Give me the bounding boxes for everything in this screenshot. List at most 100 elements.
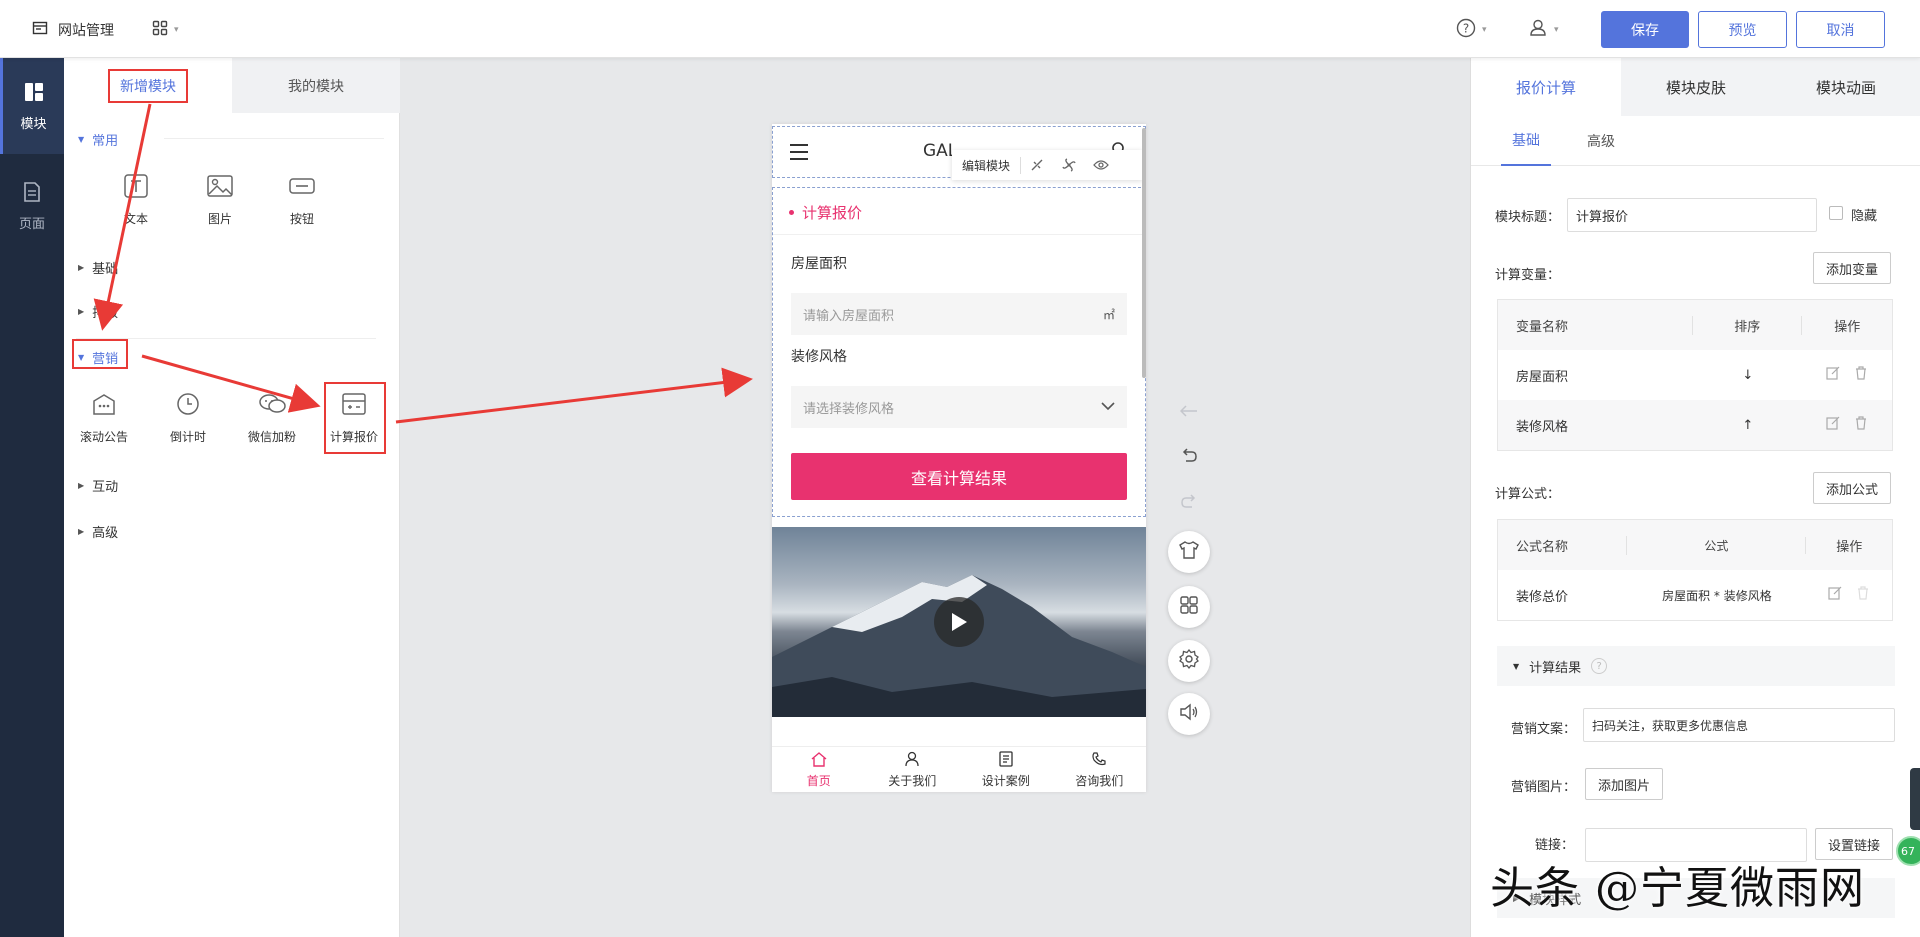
tab-about[interactable]: 关于我们 <box>866 747 960 792</box>
undo-icon[interactable] <box>1168 444 1210 466</box>
edit-icon[interactable] <box>1828 586 1842 604</box>
tool-image[interactable]: 图片 <box>188 172 252 227</box>
caret-down-icon: ▾ <box>1482 25 1487 35</box>
section-basic[interactable]: ▶ 基础 <box>78 258 118 277</box>
section-interactive[interactable]: ▶ 互动 <box>78 476 118 495</box>
music-button[interactable] <box>1168 693 1210 735</box>
edit-module-button[interactable]: 编辑模块 <box>952 156 1022 174</box>
edit-icon[interactable] <box>1826 366 1840 384</box>
top-bar: 网站管理 ▾ ? ▾ ▾ 保存 预览 取消 <box>0 0 1920 58</box>
tool-label: 文本 <box>123 212 148 226</box>
section-common[interactable]: ▼ 常用 <box>78 130 118 149</box>
caret-right-icon: ▶ <box>78 307 85 316</box>
unlink-icon[interactable] <box>1021 158 1053 172</box>
hide-checkbox[interactable] <box>1829 206 1843 220</box>
trash-icon[interactable] <box>1856 586 1870 604</box>
layout-button[interactable] <box>1168 586 1210 628</box>
tab-cases[interactable]: 设计案例 <box>959 747 1053 792</box>
tshirt-icon <box>1178 540 1200 564</box>
tool-countdown[interactable]: 倒计时 <box>156 390 220 445</box>
help-icon[interactable]: ? <box>1591 658 1608 674</box>
table-row: 房屋面积 ↓ <box>1498 350 1892 400</box>
section-label: 计算结果 <box>1529 660 1582 676</box>
trash-icon[interactable] <box>1854 416 1868 434</box>
tab-my-modules[interactable]: 我的模块 <box>232 58 400 113</box>
view-result-button[interactable]: 查看计算结果 <box>791 453 1127 500</box>
subtab-basic[interactable]: 基础 <box>1501 116 1551 166</box>
result-section-toggle[interactable]: ▼ 计算结果 ? <box>1497 646 1895 686</box>
column-header: 公式名称 <box>1498 535 1628 555</box>
subtab-advanced[interactable]: 高级 <box>1587 116 1615 166</box>
caret-right-icon: ▶ <box>78 263 85 272</box>
redo-icon[interactable] <box>1168 490 1210 512</box>
column-header: 排序 <box>1693 315 1803 335</box>
help-menu[interactable]: ? ▾ <box>1456 18 1487 42</box>
tool-wechat-follow[interactable]: 微信加粉 <box>240 390 304 445</box>
add-formula-button[interactable]: 添加公式 <box>1813 472 1892 504</box>
preview-button[interactable]: 预览 <box>1698 11 1787 48</box>
style-select[interactable]: 请选择装修风格 <box>791 386 1127 428</box>
input-placeholder: 请输入房屋面积 <box>803 308 895 324</box>
tab-contact[interactable]: 咨询我们 <box>1053 747 1147 792</box>
floating-sidebar-handle[interactable] <box>1910 768 1920 830</box>
tab-quote-calc[interactable]: 报价计算 <box>1471 58 1621 116</box>
sort-down-button[interactable]: ↓ <box>1693 368 1802 383</box>
back-icon[interactable] <box>1168 400 1210 422</box>
eye-icon[interactable] <box>1085 159 1117 171</box>
section-layout[interactable]: ▶ 排版 <box>78 302 118 321</box>
quote-calculator-module[interactable]: 计算报价 房屋面积 请输入房屋面积 ㎡ 装修风格 请选择装修风格 查看计算结果 <box>772 187 1146 517</box>
field-label-style: 装修风格 <box>791 349 847 365</box>
divider <box>164 138 384 139</box>
edit-icon[interactable] <box>1826 416 1840 434</box>
module-title-label: 模块标题： <box>1495 210 1561 225</box>
apps-menu[interactable]: ▾ <box>152 20 179 40</box>
tool-label: 倒计时 <box>169 430 206 444</box>
save-button[interactable]: 保存 <box>1601 11 1689 48</box>
notice-icon <box>89 390 119 418</box>
add-image-button[interactable]: 添加图片 <box>1585 768 1664 800</box>
hide-label: 隐藏 <box>1851 209 1878 224</box>
user-menu[interactable]: ▾ <box>1528 18 1559 42</box>
tab-module-skin[interactable]: 模块皮肤 <box>1621 58 1771 116</box>
bottom-tabbar: 首页 关于我们 设计案例 咨询我们 <box>772 746 1146 792</box>
cancel-button[interactable]: 取消 <box>1796 11 1885 48</box>
trash-icon[interactable] <box>1854 366 1868 384</box>
tool-label: 微信加粉 <box>247 430 296 444</box>
tool-label: 图片 <box>207 212 232 226</box>
button-icon <box>287 172 317 200</box>
field-label-area: 房屋面积 <box>791 256 847 272</box>
module-title-input[interactable]: 计算报价 <box>1567 198 1817 232</box>
tool-scrolling-notice[interactable]: 滚动公告 <box>72 390 136 445</box>
wechat-icon <box>257 390 287 418</box>
site-icon <box>32 20 48 40</box>
tab-home[interactable]: 首页 <box>772 747 866 792</box>
add-variable-button[interactable]: 添加变量 <box>1813 252 1892 284</box>
fan-icon[interactable] <box>1053 158 1085 172</box>
chevron-down-icon <box>1101 400 1115 415</box>
link-label: 链接： <box>1535 838 1575 853</box>
site-management[interactable]: 网站管理 <box>32 20 114 40</box>
play-icon[interactable] <box>934 597 984 647</box>
tab-module-animation[interactable]: 模块动画 <box>1771 58 1920 116</box>
text-icon <box>121 172 151 200</box>
area-input[interactable]: 请输入房屋面积 ㎡ <box>791 293 1127 335</box>
preview-scrollbar[interactable] <box>1142 128 1146 378</box>
person-icon <box>904 751 920 770</box>
column-header: 操作 <box>1834 319 1861 335</box>
tool-button[interactable]: 按钮 <box>270 172 334 227</box>
sort-up-button[interactable]: ↑ <box>1693 418 1802 433</box>
tab-label: 咨询我们 <box>1075 773 1124 788</box>
skin-button[interactable] <box>1168 531 1210 573</box>
module-icon <box>23 81 45 107</box>
bullet-dot <box>789 210 794 215</box>
tab-label: 设计案例 <box>981 773 1030 788</box>
rail-item-page[interactable]: 页面 <box>0 158 64 254</box>
video-module[interactable] <box>772 527 1146 717</box>
rail-item-module[interactable]: 模块 <box>0 58 64 154</box>
section-advanced[interactable]: ▶ 高级 <box>78 522 118 541</box>
tool-text[interactable]: 文本 <box>104 172 168 227</box>
annotation-box <box>72 339 128 369</box>
settings-button[interactable] <box>1168 640 1210 682</box>
tab-add-module[interactable]: 新增模块 <box>64 58 232 113</box>
marketing-text-input[interactable]: 扫码关注，获取更多优惠信息 <box>1583 708 1895 742</box>
